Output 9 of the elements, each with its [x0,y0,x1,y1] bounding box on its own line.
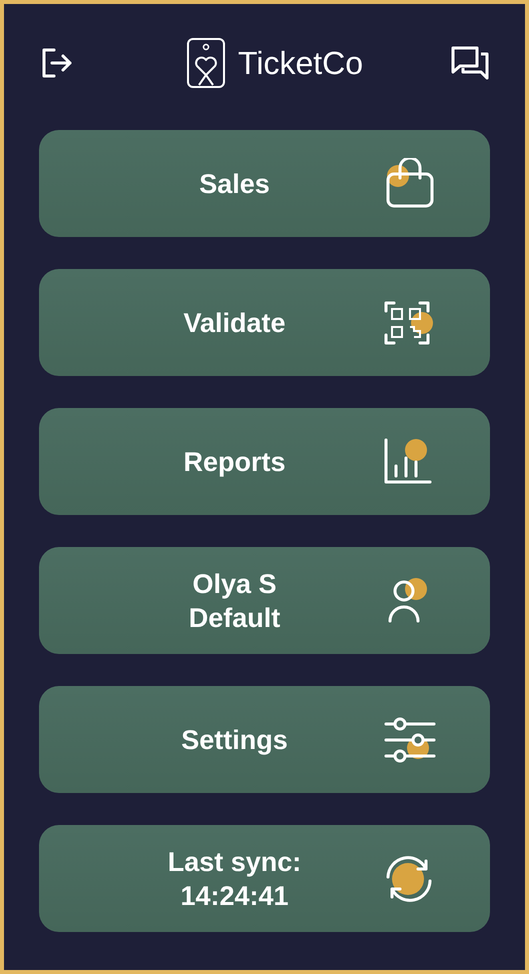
chat-icon[interactable] [451,46,489,80]
menu-button[interactable]: Reports [39,408,490,515]
brand-name: TicketCo [238,44,364,83]
menu-button[interactable]: Last sync: 14:24:41 [39,825,490,932]
menu-button[interactable]: Validate [39,269,490,376]
menu-button[interactable]: Olya S Default [39,547,490,654]
menu-button[interactable]: Settings [39,686,490,793]
menu-button[interactable]: Sales [39,130,490,237]
logout-icon[interactable] [40,46,74,80]
